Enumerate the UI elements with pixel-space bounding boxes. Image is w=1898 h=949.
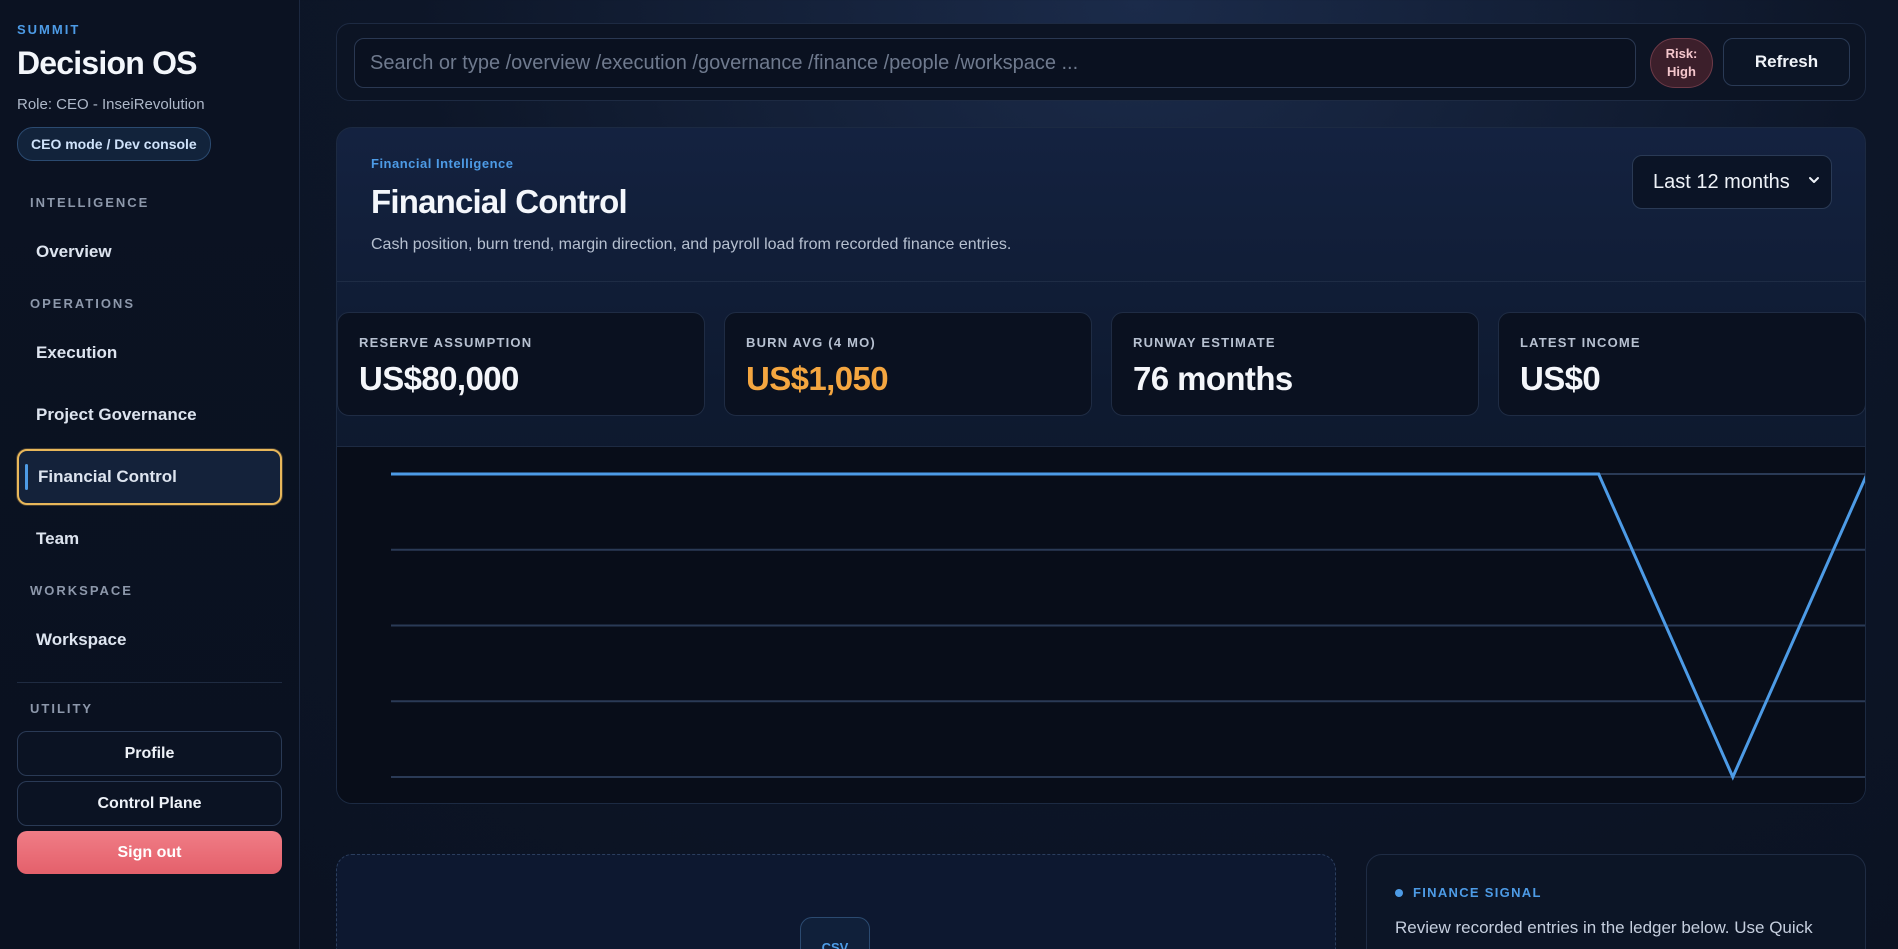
mode-badge[interactable]: CEO mode / Dev console bbox=[17, 127, 211, 161]
page-subtitle: Cash position, burn trend, margin direct… bbox=[371, 236, 1012, 253]
kpi-card-burn: BURN AVG (4 MO) US$1,050 bbox=[724, 312, 1092, 416]
financial-control-panel: Financial Intelligence Financial Control… bbox=[336, 127, 1866, 804]
section-label-workspace: WORKSPACE bbox=[30, 583, 133, 598]
risk-badge-level: High bbox=[1667, 64, 1696, 79]
kpi-value: 76 months bbox=[1133, 360, 1293, 397]
panel-kicker: Financial Intelligence bbox=[371, 156, 514, 171]
time-range-select[interactable]: Last 12 months bbox=[1632, 155, 1832, 209]
finance-signal-title: FINANCE SIGNAL bbox=[1413, 885, 1542, 900]
sidebar-item-team[interactable]: Team bbox=[17, 511, 282, 567]
finance-signal-heading: FINANCE SIGNAL bbox=[1395, 885, 1865, 900]
user-role: Role: CEO - InseiRevolution bbox=[17, 96, 205, 113]
section-label-utility: UTILITY bbox=[30, 701, 94, 716]
panel-divider bbox=[337, 281, 1865, 282]
status-dot-icon bbox=[1395, 888, 1403, 897]
sidebar-item-project-governance[interactable]: Project Governance bbox=[17, 387, 282, 443]
sidebar-item-financial-control[interactable]: Financial Control bbox=[17, 449, 282, 505]
sidebar-item-execution[interactable]: Execution bbox=[17, 325, 282, 381]
finance-signal-card: FINANCE SIGNAL Review recorded entries i… bbox=[1366, 854, 1866, 949]
search-input[interactable] bbox=[354, 38, 1636, 88]
finance-trend-chart bbox=[337, 446, 1865, 803]
kpi-card-runway: RUNWAY ESTIMATE 76 months bbox=[1111, 312, 1479, 416]
kpi-label: BURN AVG (4 MO) bbox=[746, 335, 876, 350]
sidebar-divider bbox=[17, 682, 282, 683]
sidebar-item-overview[interactable]: Overview bbox=[17, 224, 282, 280]
kpi-label: LATEST INCOME bbox=[1520, 335, 1641, 350]
refresh-button[interactable]: Refresh bbox=[1723, 38, 1850, 86]
profile-button[interactable]: Profile bbox=[17, 731, 282, 776]
sidebar-item-workspace[interactable]: Workspace bbox=[17, 612, 282, 668]
brand-kicker: SUMMIT bbox=[17, 22, 81, 37]
csv-import-dropzone[interactable]: CSV bbox=[336, 854, 1336, 949]
page-title: Financial Control bbox=[371, 183, 628, 220]
kpi-card-income: LATEST INCOME US$0 bbox=[1498, 312, 1865, 416]
kpi-value: US$1,050 bbox=[746, 360, 889, 397]
control-plane-button[interactable]: Control Plane bbox=[17, 781, 282, 826]
csv-file-icon: CSV bbox=[800, 917, 870, 949]
sign-out-button[interactable]: Sign out bbox=[17, 831, 282, 874]
command-bar: Risk: High Refresh bbox=[336, 23, 1866, 101]
kpi-label: RESERVE ASSUMPTION bbox=[359, 335, 533, 350]
app-title: Decision OS bbox=[17, 45, 198, 81]
sidebar: SUMMIT Decision OS Role: CEO - InseiRevo… bbox=[0, 0, 300, 949]
kpi-label: RUNWAY ESTIMATE bbox=[1133, 335, 1276, 350]
risk-badge[interactable]: Risk: High bbox=[1650, 38, 1713, 88]
time-range-value: Last 12 months bbox=[1653, 170, 1790, 193]
kpi-card-reserve: RESERVE ASSUMPTION US$80,000 bbox=[337, 312, 705, 416]
kpi-value: US$80,000 bbox=[359, 360, 519, 397]
finance-signal-body: Review recorded entries in the ledger be… bbox=[1395, 918, 1819, 949]
section-label-intelligence: INTELLIGENCE bbox=[30, 195, 150, 210]
section-label-operations: OPERATIONS bbox=[30, 296, 135, 311]
chart-svg bbox=[391, 472, 1865, 781]
risk-badge-label: Risk: bbox=[1665, 46, 1698, 61]
chevron-down-icon bbox=[1809, 177, 1819, 183]
kpi-value: US$0 bbox=[1520, 360, 1601, 397]
